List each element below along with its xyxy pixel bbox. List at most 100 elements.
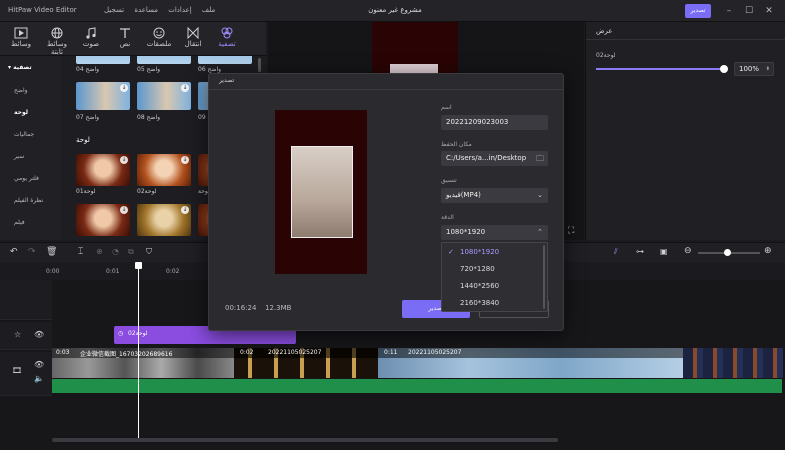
resolution-select[interactable]: 1080*1920 ⌃: [441, 225, 548, 240]
playhead-handle[interactable]: [135, 262, 142, 269]
category-item-daily[interactable]: فلتر يومي: [0, 172, 62, 186]
minimize-icon[interactable]: –: [722, 4, 736, 18]
tab-text[interactable]: نص: [108, 25, 142, 55]
tab-stock[interactable]: وسائط ثابتة: [40, 25, 74, 56]
location-label: مكان الحفظ: [441, 141, 472, 148]
split-icon[interactable]: ⌶: [78, 247, 83, 257]
location-input[interactable]: C:/Users/a...in/Desktop 🗀: [441, 151, 548, 166]
delete-icon[interactable]: 🗑: [46, 247, 57, 257]
music-icon: [86, 27, 96, 39]
format-value: فيديو(MP4): [446, 191, 481, 199]
filter-thumb[interactable]: ↓: [76, 204, 130, 236]
text-icon: [120, 28, 130, 38]
resolution-option[interactable]: 1440*2560: [442, 278, 547, 294]
tab-stickers[interactable]: ملصقات: [142, 25, 176, 55]
maximize-icon[interactable]: ☐: [742, 4, 756, 18]
filter-thumb-label: واضح 04: [76, 66, 100, 73]
download-icon[interactable]: ↓: [181, 206, 189, 214]
playhead[interactable]: [138, 264, 139, 440]
export-size: 12.3MB: [265, 304, 292, 312]
video-clip[interactable]: 0:02 20221105025207: [234, 348, 378, 378]
filter-thumb[interactable]: ↓: [137, 154, 191, 186]
filter-thumb[interactable]: ↓: [137, 204, 191, 236]
stepper-icon[interactable]: ⬍: [766, 63, 770, 75]
fullscreen-icon[interactable]: ⛶: [568, 226, 574, 236]
zoom-in-icon[interactable]: ⊕: [764, 246, 772, 256]
tab-stickers-label: ملصقات: [146, 40, 172, 48]
tab-filter[interactable]: تصفية: [210, 25, 244, 55]
filter-thumb-label: واضح 06: [198, 66, 222, 73]
align-icon[interactable]: ⊶: [636, 247, 644, 256]
zoom-out-icon[interactable]: ⊖: [684, 246, 692, 256]
tab-stock-label: وسائط ثابتة: [47, 40, 67, 56]
properties-panel: عرض لوحة02 100% ⬍: [585, 22, 785, 240]
dropdown-scrollbar[interactable]: [543, 245, 545, 309]
video-clip[interactable]: 0:11 20221105025207: [378, 348, 683, 378]
app-name: HitPaw Video Editor: [8, 6, 77, 14]
menu-settings[interactable]: إعدادات: [168, 6, 191, 14]
download-icon[interactable]: ↓: [120, 206, 128, 214]
redo-icon[interactable]: ↷: [28, 247, 36, 257]
filter-thumb[interactable]: [198, 56, 252, 64]
category-item-aesthetics[interactable]: جماليات: [0, 128, 62, 142]
category-item-film-look[interactable]: نظرة الفيلم: [0, 194, 62, 208]
undo-icon[interactable]: ↶: [10, 247, 18, 257]
export-button[interactable]: تصدير: [685, 4, 711, 18]
eye-icon[interactable]: 👁: [34, 360, 44, 369]
category-filter-header[interactable]: ▾ تصفية: [0, 61, 62, 75]
shield-icon[interactable]: ⛉: [146, 247, 152, 257]
intensity-slider-track[interactable]: [596, 65, 728, 73]
category-item-life[interactable]: سير: [0, 150, 62, 164]
download-icon[interactable]: ↓: [181, 84, 189, 92]
download-icon[interactable]: ↓: [120, 156, 128, 164]
scrollbar[interactable]: [258, 58, 261, 72]
menu-bar: ملف إعدادات مساعدة تسجيل: [88, 6, 223, 14]
zoom-slider-handle[interactable]: [724, 249, 731, 256]
category-item-film[interactable]: فيلم: [0, 216, 62, 230]
format-select[interactable]: فيديو(MP4) ⌄: [441, 188, 548, 203]
tab-audio[interactable]: صوت: [74, 25, 108, 55]
name-label: اسم: [441, 104, 452, 111]
crop-icon[interactable]: ⊕: [96, 247, 103, 256]
resolution-option-label: 1080*1920: [460, 248, 500, 256]
menu-file[interactable]: ملف: [202, 6, 215, 14]
snap-icon[interactable]: ⫽: [614, 247, 618, 257]
resolution-option[interactable]: 720*1280: [442, 261, 547, 277]
speed-icon[interactable]: ◔: [112, 247, 119, 256]
rotate-icon[interactable]: ⧉: [128, 247, 134, 257]
fit-icon[interactable]: ▣: [660, 247, 668, 256]
download-icon[interactable]: ↓: [120, 84, 128, 92]
download-icon[interactable]: ↓: [181, 156, 189, 164]
check-icon: ✓: [448, 248, 454, 256]
filter-thumb[interactable]: ↓: [137, 82, 191, 110]
name-input[interactable]: 20221209023003: [441, 115, 548, 130]
menu-help[interactable]: مساعدة: [134, 6, 158, 14]
tab-transition-label: انتقال: [184, 40, 202, 48]
title-bar: HitPaw Video Editor ملف إعدادات مساعدة ت…: [0, 0, 785, 22]
eye-icon[interactable]: 👁: [34, 330, 44, 339]
zoom-slider[interactable]: [698, 249, 760, 256]
intensity-slider-handle[interactable]: [720, 65, 728, 73]
video-clip[interactable]: [683, 348, 783, 378]
close-icon[interactable]: ✕: [762, 4, 776, 18]
tab-media[interactable]: وسائط: [4, 25, 38, 55]
filter-thumb[interactable]: [76, 56, 130, 64]
audio-waveform[interactable]: [52, 379, 782, 393]
resolution-dropdown: ✓ 1080*1920 720*1280 1440*2560 2160*3840: [441, 242, 548, 312]
tab-transition[interactable]: انتقال: [176, 25, 210, 55]
intensity-input[interactable]: 100% ⬍: [734, 62, 774, 76]
resolution-option[interactable]: 2160*3840: [442, 295, 547, 311]
filter-thumb[interactable]: [137, 56, 191, 64]
resolution-option[interactable]: ✓ 1080*1920: [442, 244, 547, 260]
folder-icon[interactable]: 🗀: [536, 151, 544, 166]
filter-thumb[interactable]: ↓: [76, 154, 130, 186]
star-icon: ☆: [14, 330, 22, 339]
timeline-scrollbar[interactable]: [52, 438, 558, 442]
video-clip[interactable]: 0:03 企业微信截图_16703202689616: [52, 348, 234, 378]
volume-icon[interactable]: 🔈: [34, 374, 44, 383]
menu-register[interactable]: تسجيل: [104, 6, 124, 14]
category-item-painting[interactable]: لوحة: [0, 106, 62, 120]
filter-thumb[interactable]: ↓: [76, 82, 130, 110]
project-title: مشروع غير معنون: [368, 6, 422, 14]
category-item-clear[interactable]: واضح: [0, 84, 62, 98]
